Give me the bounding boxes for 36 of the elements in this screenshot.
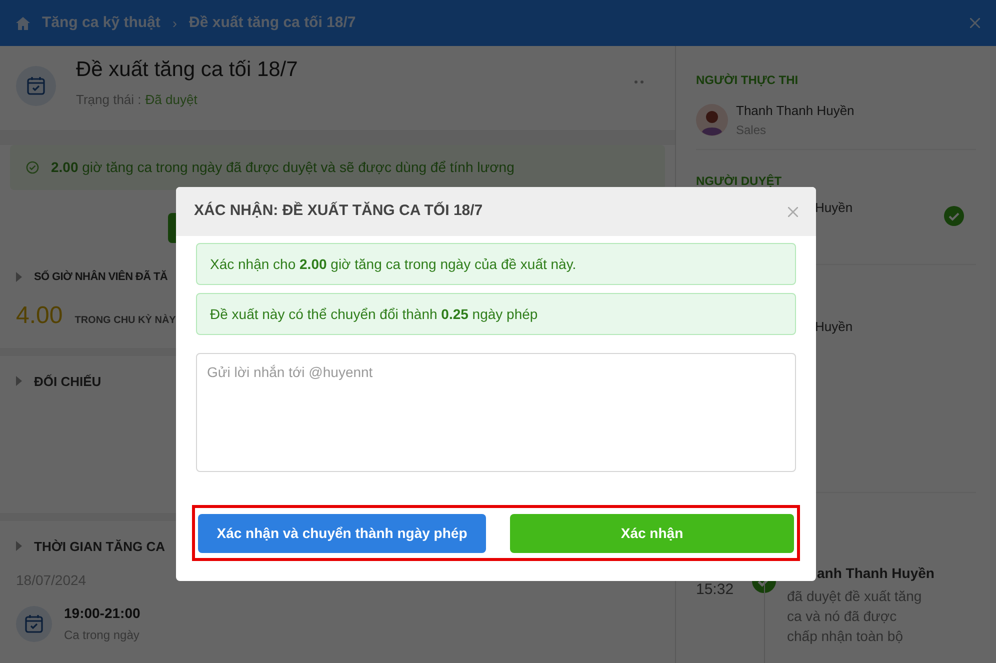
section-title: ĐỐI CHIẾU xyxy=(34,372,102,390)
caret-icon[interactable] xyxy=(16,541,22,552)
check-circle-icon xyxy=(944,206,964,226)
timeline-time: 15:32 xyxy=(696,580,735,600)
hours-value: 4.00 xyxy=(16,300,63,330)
banner-text: 2.00 giờ tăng ca trong ngày đã được duyệt và sẽ được dùng để tính lương xyxy=(51,158,514,177)
request-title: Đề xuất tăng ca tối 18/7 xyxy=(76,57,298,83)
caret-icon[interactable] xyxy=(16,272,22,282)
caret-icon[interactable] xyxy=(16,376,22,386)
close-icon[interactable] xyxy=(788,206,798,216)
executor-name: Thanh Thanh Huyền xyxy=(736,102,854,120)
info-note: Xác nhận cho 2.00 giờ tăng ca trong ngày của đề xuất này. xyxy=(196,243,796,285)
section-title: THỜI GIAN TĂNG CA xyxy=(34,538,165,556)
confirm-button[interactable]: Xác nhận xyxy=(510,514,794,552)
approver-name: Huyền xyxy=(815,198,853,217)
avatar xyxy=(696,104,728,136)
hours-label: TRONG CHU KỲ NÀY xyxy=(74,313,176,328)
more-icon[interactable] xyxy=(634,80,644,84)
calendar-icon xyxy=(26,76,46,96)
message-field[interactable]: Gửi lời nhắn tới @huyennt xyxy=(196,353,796,472)
timeline-actor: anh Thanh Huyền xyxy=(817,564,934,583)
breadcrumb-link[interactable]: Đề xuất tăng ca tối 18/7 xyxy=(189,12,356,34)
approver-name: Huyền xyxy=(815,318,853,336)
section-title: SỐ GIỜ NHÂN VIÊN ĐÃ TĂ xyxy=(34,269,168,285)
calendar-icon xyxy=(24,614,44,634)
convert-button[interactable]: Xác nhận và chuyển thành ngày phép xyxy=(198,514,486,552)
status-value: Đã duyệt xyxy=(145,91,198,109)
shift-time: 19:00-21:00 xyxy=(64,604,140,623)
breadcrumb-separator: › xyxy=(172,14,178,32)
executor-heading: NGƯỜI THỰC THI xyxy=(696,72,800,89)
info-note: Đề xuất này có thể chuyển đổi thành 0.25 ngày phép xyxy=(196,293,796,335)
breadcrumb-link[interactable]: Tăng ca kỹ thuật xyxy=(42,12,160,34)
check-circle-icon xyxy=(26,161,39,174)
home-icon[interactable] xyxy=(16,16,30,30)
approver-heading: NGƯỜI DUYỆT xyxy=(696,172,783,190)
dialog-title: XÁC NHẬN: ĐỀ XUẤT TĂNG CA TỐI 18/7 xyxy=(194,200,483,222)
